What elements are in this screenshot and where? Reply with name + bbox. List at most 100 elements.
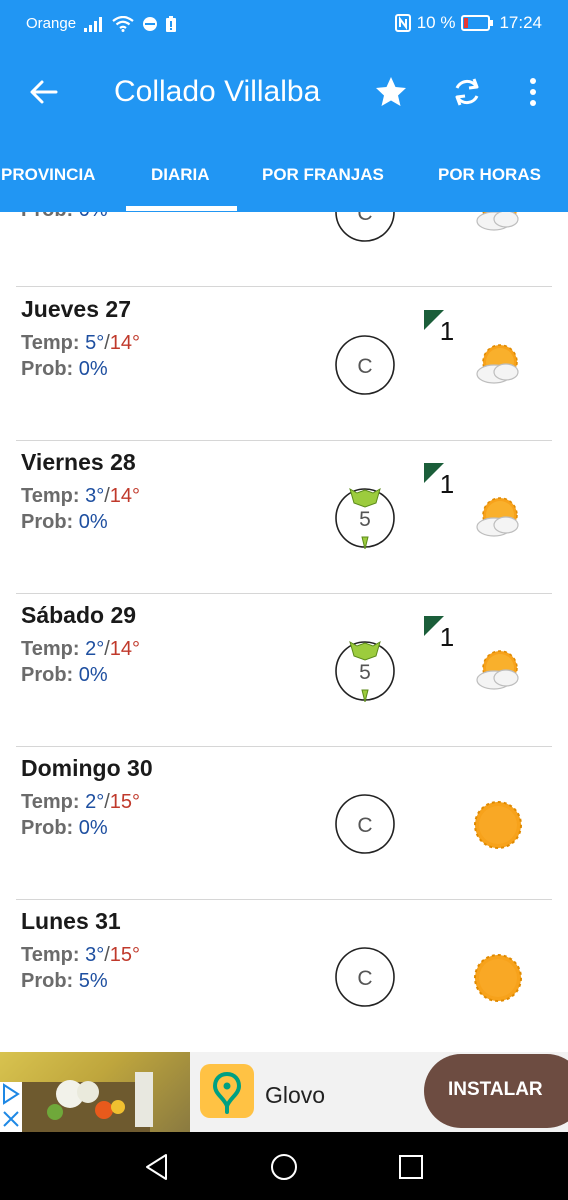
status-right: 10 % 17:24 [394, 13, 542, 33]
partly-cloudy-icon [476, 344, 519, 384]
ad-banner[interactable]: Glovo INSTALAR [0, 1052, 568, 1132]
temp-label: Temp: [21, 332, 86, 354]
wind-label: C [357, 212, 372, 225]
forecast-row-viernes[interactable]: Viernes 28 Temp: 3°/14° Prob: 0% 5 1 [0, 441, 568, 594]
prob-value: 0% [78, 664, 108, 686]
temp-line: Temp: 2°/15° [21, 791, 141, 813]
carrier-label: Orange [26, 15, 77, 32]
temp-max: 14° [109, 485, 141, 507]
tab-bar: PROVINCIA DIARIA POR FRANJAS POR HORAS [0, 148, 568, 212]
nfc-icon [394, 14, 411, 32]
gust-value: 1 [440, 469, 454, 495]
install-button[interactable]: INSTALAR [424, 1054, 568, 1128]
sun-icon [474, 954, 522, 1002]
temp-line: Temp: 3°/14° [21, 485, 141, 507]
system-nav-bar [0, 1132, 568, 1200]
forecast-row-jueves[interactable]: Jueves 27 Temp: 5°/14° Prob: 0% C 1 [0, 288, 568, 441]
install-button-label: INSTALAR [448, 1079, 543, 1100]
tab-provincia[interactable]: PROVINCIA [1, 165, 95, 185]
nav-back-icon[interactable] [142, 1152, 172, 1182]
ad-image[interactable] [0, 1052, 190, 1132]
prob-line: Prob: 5% [21, 970, 108, 993]
wind-direction-icon: 5 [335, 640, 395, 702]
prob-value: 0% [78, 358, 108, 380]
battery-alert-icon [166, 15, 177, 32]
temp-min: 2° [85, 791, 105, 813]
forecast-row-partial[interactable]: Prob: 0% C [0, 212, 568, 288]
signal-icon [84, 16, 103, 32]
battery-icon [461, 15, 494, 31]
day-label: Jueves 27 [21, 296, 131, 322]
status-left: Orange [26, 15, 177, 32]
data-saver-icon [143, 16, 158, 31]
prob-value: 0% [78, 817, 108, 839]
prob-label: Prob: [21, 358, 79, 380]
partly-cloudy-icon [476, 650, 519, 690]
day-label: Sábado 29 [21, 602, 137, 628]
wind-gust-flag-icon: 1 [424, 616, 454, 648]
tab-por-horas[interactable]: POR HORAS [438, 165, 541, 185]
refresh-icon[interactable] [450, 75, 484, 109]
wind-gust-flag-icon: 1 [424, 310, 454, 342]
partly-cloudy-icon [476, 497, 519, 537]
sun-icon [474, 801, 522, 849]
temp-line: Temp: 2°/14° [21, 638, 141, 660]
prob-line: Prob: 0% [21, 664, 108, 687]
ad-choices-icon[interactable] [0, 1082, 22, 1132]
wind-label: C [357, 814, 372, 837]
star-icon[interactable] [374, 75, 408, 109]
temp-label: Temp: [21, 944, 86, 966]
prob-label: Prob: [21, 511, 79, 533]
temp-label: Temp: [21, 638, 86, 660]
prob-label: Prob: [21, 817, 79, 839]
temp-min: 2° [85, 638, 105, 660]
temp-line: Temp: 3°/15° [21, 944, 141, 966]
prob-label: Prob: [21, 212, 79, 221]
day-label: Viernes 28 [21, 449, 136, 475]
forecast-row-lunes[interactable]: Lunes 31 Temp: 3°/15° Prob: 5% C [0, 900, 568, 1052]
wind-label: 5 [359, 508, 371, 531]
battery-percent: 10 % [416, 13, 456, 32]
prob-line: Prob: 0% [21, 358, 108, 381]
temp-min: 3° [85, 485, 105, 507]
temp-label: Temp: [21, 485, 86, 507]
wifi-icon [112, 15, 134, 32]
wind-calm-icon: C [335, 794, 395, 854]
prob-value: 0% [79, 212, 108, 221]
temp-min: 3° [85, 944, 105, 966]
wind-direction-icon: 5 [335, 487, 395, 549]
prob-label: Prob: [21, 970, 79, 992]
gust-value: 1 [440, 316, 454, 342]
page-title: Collado Villalba [114, 75, 321, 108]
forecast-list[interactable]: Prob: 0% C Jueves 27 Temp: 5°/14° Prob: … [0, 212, 568, 1052]
prob-line: Prob: 0% [21, 212, 108, 222]
toolbar: Collado Villalba [0, 48, 568, 138]
tab-por-franjas[interactable]: POR FRANJAS [262, 165, 384, 185]
nav-home-icon[interactable] [269, 1152, 299, 1182]
partly-cloudy-icon [476, 212, 519, 231]
ad-app-name: Glovo [265, 1082, 326, 1108]
wind-calm-icon: C [335, 212, 395, 242]
gust-value: 1 [440, 622, 454, 648]
wind-calm-icon: C [335, 947, 395, 1007]
tab-diaria[interactable]: DIARIA [151, 165, 210, 185]
day-label: Lunes 31 [21, 908, 121, 934]
wind-label: C [357, 355, 372, 378]
wind-gust-flag-icon: 1 [424, 463, 454, 495]
back-arrow-icon[interactable] [28, 76, 60, 108]
temp-max: 14° [109, 332, 141, 354]
prob-line: Prob: 0% [21, 511, 108, 534]
glovo-logo-icon [200, 1064, 254, 1118]
forecast-row-domingo[interactable]: Domingo 30 Temp: 2°/15° Prob: 0% C [0, 747, 568, 900]
overflow-menu-icon[interactable] [516, 75, 550, 109]
day-label: Domingo 30 [21, 755, 153, 781]
wind-label: 5 [359, 661, 371, 684]
ad-photo-graphic [20, 1072, 153, 1132]
forecast-row-sabado[interactable]: Sábado 29 Temp: 2°/14° Prob: 0% 5 1 [0, 594, 568, 747]
prob-value: 5% [78, 970, 108, 992]
app-bar: Orange 10 % 17:24 Collado Villalba PROVI… [0, 0, 568, 212]
row-separator [16, 286, 552, 287]
status-bar: Orange 10 % 17:24 [0, 0, 568, 48]
wind-label: C [357, 967, 372, 990]
nav-recents-icon[interactable] [396, 1152, 426, 1182]
